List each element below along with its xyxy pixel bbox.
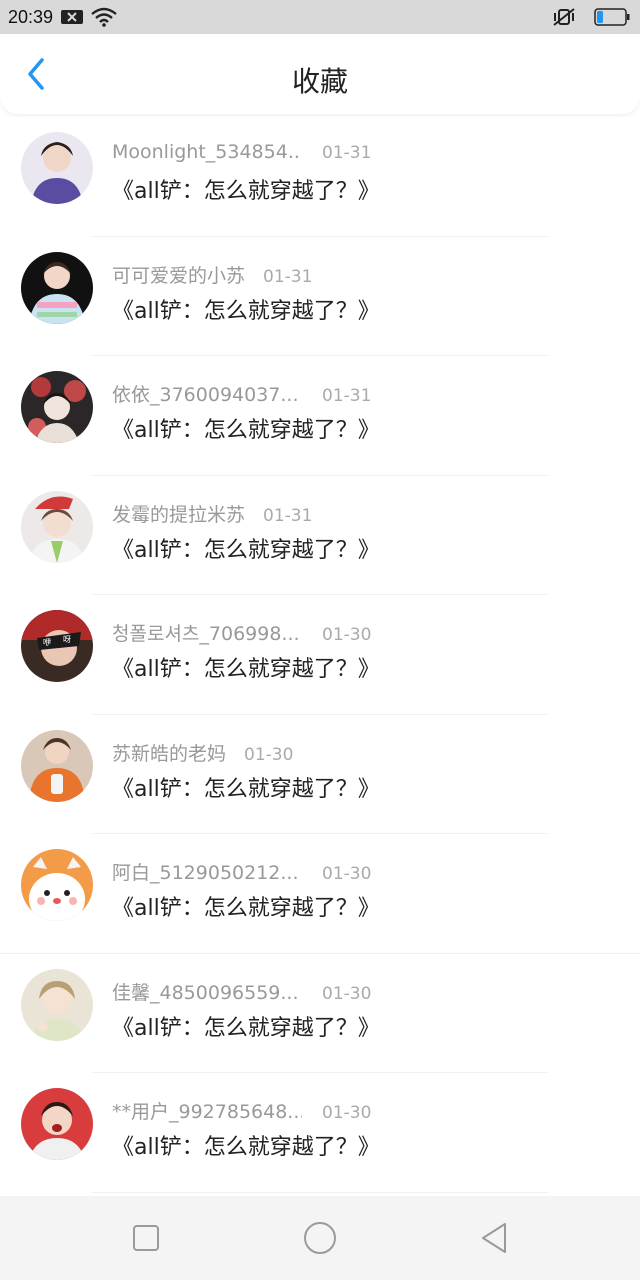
avatar[interactable] [21,371,93,443]
item-title[interactable]: 《all铲：怎么就穿越了？》 [112,1010,380,1042]
username[interactable]: 청폴로셔츠_706998... [112,619,302,646]
item-meta: 发霉的提拉米苏 01-31 [112,500,312,527]
username[interactable]: 依依_3760094037... [112,380,302,407]
username[interactable]: 发霉的提拉米苏 [112,500,245,527]
item-title[interactable]: 《all铲：怎么就穿越了？》 [112,293,380,325]
avatar[interactable] [21,251,93,324]
back-triangle-icon [482,1223,506,1253]
item-meta: 苏新皓的老妈 01-30 [112,739,293,766]
avatar[interactable] [21,132,93,204]
date: 01-31 [263,266,313,287]
avatar[interactable] [21,968,93,1041]
svg-text:呀: 呀 [63,635,71,644]
item-title[interactable]: 《all铲：怎么就穿越了？》 [112,412,380,444]
username[interactable]: **用户_992785648... [112,1097,302,1124]
recents-button[interactable] [126,1218,166,1258]
item-title[interactable]: 《all铲：怎么就穿越了？》 [112,532,380,564]
avatar[interactable] [21,849,93,921]
item-meta: **用户_992785648... 01-30 [112,1097,371,1124]
date: 01-30 [322,983,372,1004]
status-bar: 20:39 [0,0,640,34]
date: 01-30 [322,864,372,884]
page-title: 收藏 [291,65,348,98]
favorites-list: Moonlight_534854... 01-31 《all铲：怎么就穿越了？》… [0,117,640,1193]
home-button[interactable] [300,1218,340,1258]
list-item[interactable]: 咿呀 청폴로셔츠_706998... 01-30 《all铲：怎么就穿越了？》 [0,595,640,715]
avatar[interactable] [21,490,93,563]
item-title[interactable]: 《all铲：怎么就穿越了？》 [112,771,380,803]
avatar[interactable]: 咿呀 [21,610,93,682]
username[interactable]: 苏新皓的老妈 [112,739,226,766]
list-item[interactable]: Moonlight_534854... 01-31 《all铲：怎么就穿越了？》 [0,117,640,237]
avatar[interactable] [21,729,93,802]
status-time: 20:39 [8,6,54,27]
item-title[interactable]: 《all铲：怎么就穿越了？》 [112,1129,380,1161]
avatar[interactable] [21,1088,93,1160]
wifi-icon [91,7,117,27]
date: 01-31 [322,386,372,406]
username[interactable]: 阿白_5129050212... [112,858,302,885]
item-meta: 阿白_5129050212... 01-30 [112,858,371,885]
list-item[interactable]: 阿白_5129050212... 01-30 《all铲：怎么就穿越了？》 [0,834,640,954]
divider [92,1191,548,1193]
item-meta: 可可爱爱的小苏 01-31 [112,261,312,288]
notification-x-icon [61,9,84,25]
username[interactable]: 可可爱爱的小苏 [112,261,245,288]
item-meta: Moonlight_534854... 01-31 [112,141,371,163]
username[interactable]: 佳馨_4850096559... [112,978,302,1005]
username[interactable]: Moonlight_534854... [112,141,302,163]
date: 01-30 [322,625,372,645]
date: 01-31 [263,505,313,526]
list-item[interactable]: 可可爱爱的小苏 01-31 《all铲：怎么就穿越了？》 [0,237,640,356]
item-meta: 依依_3760094037... 01-31 [112,380,371,407]
item-meta: 청폴로셔츠_706998... 01-30 [112,619,371,646]
item-title[interactable]: 《all铲：怎么就穿越了？》 [112,651,380,683]
recents-square-icon [133,1225,159,1251]
battery-icon [594,8,630,26]
date: 01-30 [322,1103,372,1123]
item-meta: 佳馨_4850096559... 01-30 [112,978,371,1005]
mute-vibrate-icon [552,7,576,27]
date: 01-30 [244,744,294,765]
svg-text:咿: 咿 [43,637,51,647]
date: 01-31 [322,143,372,163]
list-item[interactable]: 依依_3760094037... 01-31 《all铲：怎么就穿越了？》 [0,356,640,476]
list-item[interactable]: 苏新皓的老妈 01-30 《all铲：怎么就穿越了？》 [0,715,640,834]
list-item[interactable]: 佳馨_4850096559... 01-30 《all铲：怎么就穿越了？》 [0,954,640,1073]
back-nav-button[interactable] [474,1218,514,1258]
header: 收藏 [0,34,640,114]
list-item[interactable]: **用户_992785648... 01-30 《all铲：怎么就穿越了？》 [0,1073,640,1193]
item-title[interactable]: 《all铲：怎么就穿越了？》 [112,173,380,205]
list-item[interactable]: 发霉的提拉米苏 01-31 《all铲：怎么就穿越了？》 [0,476,640,595]
home-circle-icon [304,1222,336,1254]
item-title[interactable]: 《all铲：怎么就穿越了？》 [112,890,380,922]
system-nav-bar [0,1196,640,1280]
